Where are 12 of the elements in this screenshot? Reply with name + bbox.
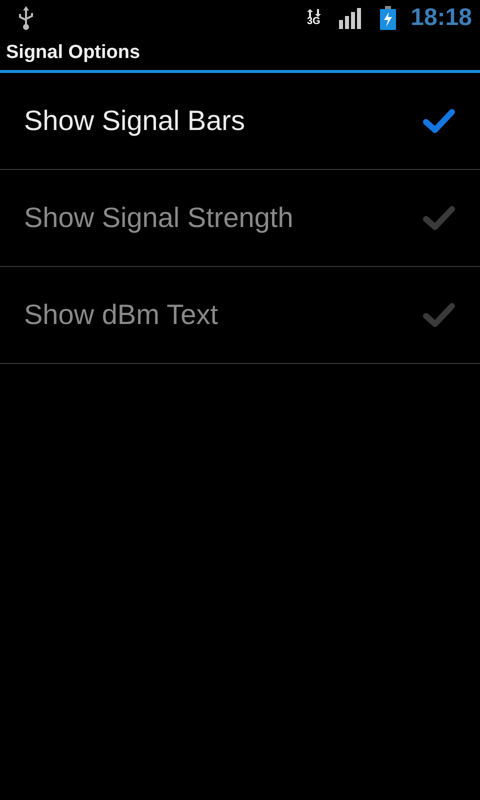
- option-row[interactable]: Show Signal Bars: [0, 73, 480, 170]
- option-label: Show Signal Bars: [24, 105, 246, 137]
- option-label: Show dBm Text: [24, 299, 220, 331]
- battery-charging-icon: [378, 6, 397, 30]
- screen-title: Signal Options: [6, 42, 140, 64]
- signal-icon: [338, 7, 363, 29]
- option-label: Show Signal Strength: [24, 202, 294, 234]
- data-arrows-icon: [306, 9, 321, 17]
- network-type: 3G: [306, 17, 320, 27]
- checkmark-icon[interactable]: [422, 107, 456, 135]
- usb-icon: [18, 6, 34, 30]
- clock: 18:18: [410, 4, 472, 32]
